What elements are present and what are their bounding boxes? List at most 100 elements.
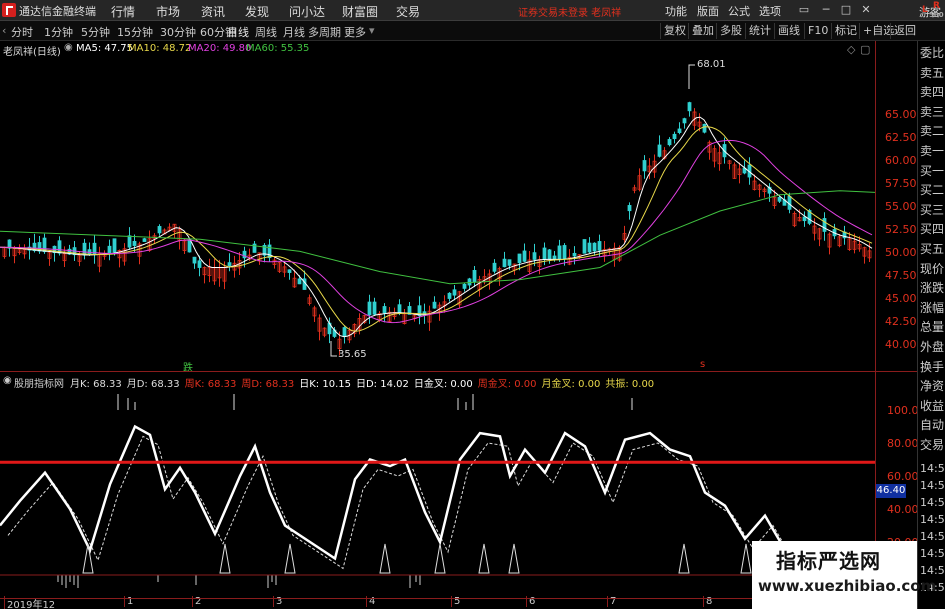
candle-body: [592, 242, 597, 252]
price-tick: 57.50: [885, 177, 917, 190]
side-item[interactable]: 买五: [920, 240, 944, 257]
menu-options[interactable]: 选项: [759, 3, 781, 19]
minimize-icon[interactable]: ─: [818, 2, 834, 18]
side-item[interactable]: 涨跌: [920, 279, 944, 296]
side-item[interactable]: 涨幅: [920, 299, 944, 316]
indicator-tick: 80.00: [887, 437, 919, 450]
price-tick: 40.00: [885, 338, 917, 351]
candle-body: [467, 278, 472, 286]
signal-triangle: [434, 543, 446, 574]
low-price-label: 35.65: [338, 349, 367, 360]
panel-divider: [0, 371, 917, 372]
period-intraday[interactable]: 分时: [11, 24, 33, 40]
candle-body: [677, 128, 682, 133]
side-item[interactable]: 委比: [920, 44, 944, 61]
menu-news[interactable]: 资讯: [201, 3, 225, 20]
candle-body: [447, 292, 452, 299]
lr-badge[interactable]: L R 500: [920, 1, 944, 19]
period-weekly[interactable]: 周线: [255, 24, 277, 40]
side-panel: 委比卖五卖四卖三卖二卖一买一买二买三买四买五现价涨跌涨幅总量外盘换手净资收益自动…: [917, 41, 945, 609]
menu-trade[interactable]: 交易: [396, 3, 420, 20]
indicator-chart[interactable]: ◉ 股朋指标网 月K: 68.33 月D: 68.33 周K: 68.33 周D: 6…: [0, 372, 884, 598]
window-icon[interactable]: ▭: [796, 2, 812, 18]
login-status: 证券交易未登录 老凤祥: [518, 8, 622, 19]
indicator-name: 股朋指标网: [14, 379, 64, 390]
button-multi-stock[interactable]: 多股: [716, 23, 745, 39]
chevron-left-icon[interactable]: ‹: [2, 24, 6, 37]
signal-triangle: [740, 543, 752, 574]
candle-body: [587, 242, 592, 253]
title-bar: 通达信金融终端 行情 市场 资讯 发现 问小达 财富圈 交易 证券交易未登录 老…: [0, 0, 945, 21]
menu-function[interactable]: 功能: [665, 3, 687, 19]
period-more[interactable]: 更多: [344, 24, 366, 40]
candle-body: [702, 123, 707, 133]
side-item[interactable]: 买四: [920, 220, 944, 237]
candle-body: [822, 218, 827, 232]
menu-formula[interactable]: 公式: [728, 3, 750, 19]
price-axis-line: [875, 41, 876, 609]
candle-body: [227, 262, 232, 267]
button-stats[interactable]: 统计: [745, 23, 774, 39]
side-item[interactable]: 净资: [920, 377, 944, 394]
app-name: 通达信金融终端: [19, 5, 96, 18]
period-30min[interactable]: 30分钟: [160, 24, 196, 40]
settings-icon[interactable]: ◇: [847, 43, 855, 56]
side-item[interactable]: 卖二: [920, 122, 944, 139]
side-item[interactable]: 外盘: [920, 338, 944, 355]
indicator-icon[interactable]: ◉: [3, 375, 12, 386]
kline-svg: [0, 64, 876, 357]
menu-ask[interactable]: 问小达: [289, 3, 325, 20]
period-15min[interactable]: 15分钟: [117, 24, 153, 40]
side-item[interactable]: 现价: [920, 260, 944, 277]
kline-chart[interactable]: 老凤祥(日线) ◉ MA5: 47.75 MA10: 48.72 MA20: 4…: [0, 41, 876, 374]
candle-body: [142, 238, 147, 242]
side-item[interactable]: 买二: [920, 181, 944, 198]
price-tick: 55.00: [885, 200, 917, 213]
menu-wealth[interactable]: 财富圈: [342, 3, 378, 20]
time-item: 14:56: [920, 547, 945, 560]
menu-market[interactable]: 市场: [156, 3, 180, 20]
chevron-icon[interactable]: ◉: [64, 42, 73, 53]
side-item[interactable]: 交易: [920, 436, 944, 453]
watermark: 指标严选网 www.xuezhibiao.com: [752, 541, 936, 609]
side-item[interactable]: 卖一: [920, 142, 944, 159]
candle-body: [802, 216, 807, 222]
menu-quotes[interactable]: 行情: [111, 3, 135, 20]
menu-discover[interactable]: 发现: [245, 3, 269, 20]
high-marker: [688, 64, 695, 89]
button-f10[interactable]: F10: [804, 23, 831, 39]
maximize-icon[interactable]: □: [838, 2, 854, 18]
side-item[interactable]: 买三: [920, 201, 944, 218]
side-item[interactable]: 换手: [920, 358, 944, 375]
weekly-kd-line: [0, 460, 875, 464]
side-item[interactable]: 卖五: [920, 64, 944, 81]
period-1min[interactable]: 1分钟: [44, 24, 73, 40]
close-chart-icon[interactable]: ▢: [860, 43, 870, 56]
button-overlay[interactable]: 叠加: [688, 23, 717, 39]
period-monthly[interactable]: 月线: [283, 24, 305, 40]
badge-r: R: [933, 1, 940, 11]
button-mark[interactable]: 标记: [831, 23, 860, 39]
button-draw[interactable]: 画线: [774, 23, 803, 39]
watermark-title: 指标严选网: [776, 549, 881, 573]
side-item[interactable]: 收益: [920, 397, 944, 414]
period-daily[interactable]: 日线: [227, 24, 249, 40]
stock-title: 老凤祥(日线): [3, 47, 61, 58]
indicator-legend-item: 周金叉: 0.00: [477, 379, 537, 390]
button-back[interactable]: 返回: [890, 23, 919, 39]
close-icon[interactable]: ✕: [858, 2, 874, 18]
button-adjust[interactable]: 复权: [660, 23, 689, 39]
period-5min[interactable]: 5分钟: [81, 24, 110, 40]
side-item[interactable]: 总量: [920, 318, 944, 335]
candle-body: [502, 258, 507, 268]
low-marker: [330, 341, 337, 357]
side-item[interactable]: 自动: [920, 416, 944, 433]
dropdown-icon[interactable]: ▾: [369, 24, 375, 37]
menu-layout[interactable]: 版面: [697, 3, 719, 19]
side-item[interactable]: 买一: [920, 162, 944, 179]
side-item[interactable]: 卖四: [920, 83, 944, 100]
side-item[interactable]: 卖三: [920, 103, 944, 120]
candle-body: [367, 301, 372, 316]
period-multi[interactable]: 多周期: [308, 24, 341, 40]
indicator-legend-item: 日K: 10.15: [299, 379, 351, 390]
